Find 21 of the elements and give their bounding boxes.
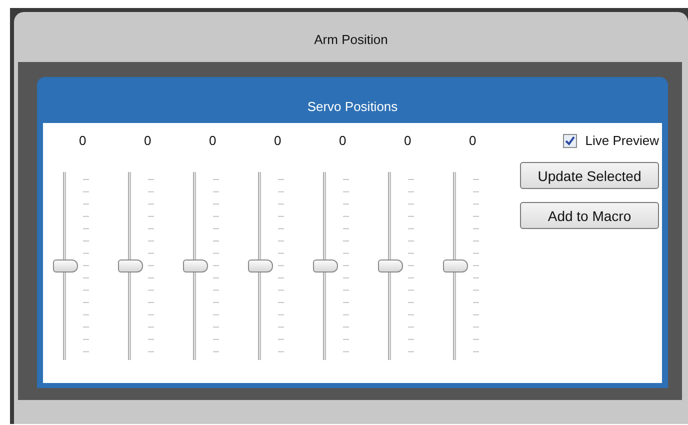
- slider-value: 0: [403, 133, 412, 150]
- slider-value: 0: [468, 133, 478, 150]
- panel-title: Servo Positions: [306, 98, 399, 116]
- action-button[interactable]: Add to Macro: [520, 202, 659, 229]
- slider-value: 0: [208, 133, 218, 150]
- slider-thumb[interactable]: [313, 260, 338, 272]
- action-button[interactable]: Update Selected: [520, 162, 659, 189]
- slider-value: 0: [273, 133, 282, 150]
- slider-value: 0: [143, 133, 152, 150]
- slider-thumb[interactable]: [378, 260, 403, 272]
- slider-thumb[interactable]: [443, 260, 468, 272]
- check-icon: [565, 136, 576, 146]
- slider-thumb[interactable]: [248, 260, 273, 272]
- slider-thumb[interactable]: [183, 260, 208, 272]
- live-preview-checkbox[interactable]: [563, 134, 578, 148]
- slider-value: 0: [338, 133, 348, 150]
- window-title: Arm Position: [313, 30, 389, 48]
- slider-value: 0: [78, 133, 88, 150]
- slider-thumb[interactable]: [118, 260, 143, 272]
- checkbox-label: Live Preview: [585, 133, 659, 148]
- slider-thumb[interactable]: [53, 260, 78, 272]
